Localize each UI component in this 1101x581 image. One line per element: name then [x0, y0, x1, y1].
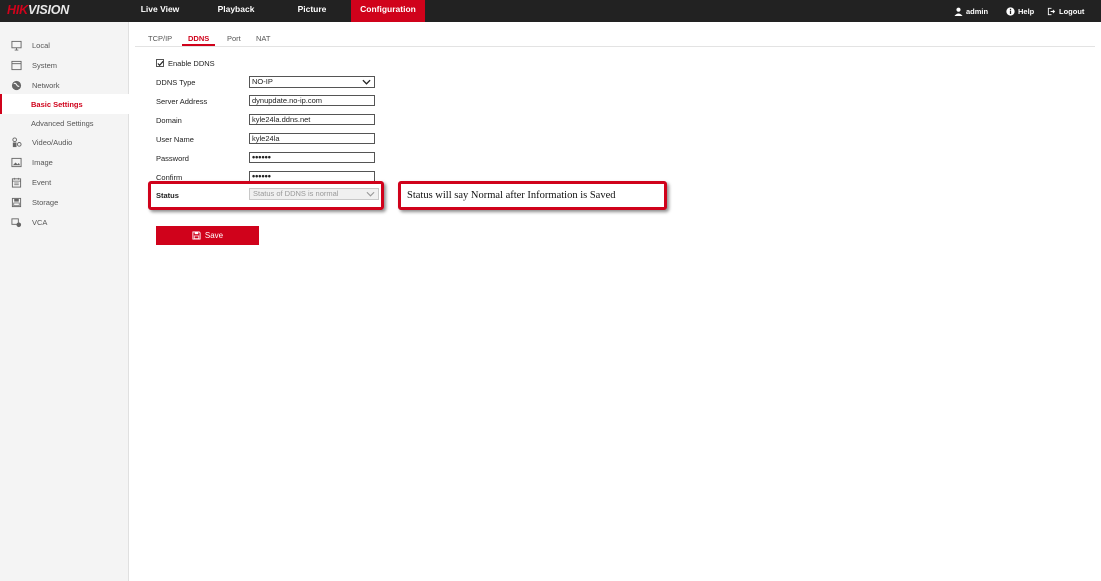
server-address-label: Server Address	[156, 97, 208, 106]
nav-picture[interactable]: Picture	[283, 0, 341, 22]
user-menu[interactable]: admin	[954, 0, 988, 22]
sidebar-item-storage[interactable]: Storage	[0, 192, 129, 212]
info-icon	[1006, 6, 1015, 16]
brand-logo: HIKVISION	[7, 3, 70, 17]
storage-icon	[11, 197, 22, 207]
help-link[interactable]: Help	[1006, 0, 1034, 22]
sidebar-item-vca[interactable]: VCA	[0, 212, 129, 232]
sidebar: Local System Network Basic Settings Adva…	[0, 22, 129, 581]
sidebar-item-network[interactable]: Network	[0, 75, 129, 95]
nav-live-view[interactable]: Live View	[132, 0, 188, 22]
enable-ddns-label: Enable DDNS	[168, 59, 215, 68]
ddns-type-select[interactable]: NO-IP	[249, 76, 375, 88]
globe-icon	[11, 80, 22, 90]
sidebar-item-advanced-settings[interactable]: Advanced Settings	[0, 113, 129, 133]
sidebar-item-local[interactable]: Local	[0, 35, 129, 55]
sidebar-item-system[interactable]: System	[0, 55, 129, 75]
logout-label: Logout	[1059, 6, 1085, 16]
user-name-label: User Name	[156, 135, 194, 144]
enable-ddns-checkbox[interactable]	[156, 59, 164, 67]
system-icon	[11, 60, 22, 70]
logout-icon	[1047, 7, 1056, 15]
monitor-icon	[11, 40, 22, 51]
checkmark-icon	[157, 60, 164, 67]
user-name: admin	[966, 6, 989, 16]
sidebar-item-image[interactable]: Image	[0, 152, 129, 172]
event-icon	[11, 177, 22, 188]
top-bar: HIKVISION Live View Playback Picture Con…	[0, 0, 1101, 22]
save-button[interactable]: Save	[156, 226, 259, 245]
video-audio-icon	[12, 136, 22, 147]
server-address-input[interactable]: dynupdate.no-ip.com	[249, 95, 375, 106]
nav-configuration[interactable]: Configuration	[351, 0, 425, 22]
nav-playback[interactable]: Playback	[206, 0, 266, 22]
domain-label: Domain	[156, 116, 182, 125]
tab-nat[interactable]: NAT	[256, 34, 270, 43]
chevron-down-icon	[362, 79, 371, 85]
password-input[interactable]: ••••••	[249, 152, 375, 163]
status-label: Status	[156, 191, 179, 200]
user-icon	[954, 7, 963, 16]
sidebar-item-basic-settings[interactable]: Basic Settings	[0, 94, 129, 114]
save-icon	[192, 231, 201, 240]
user-name-input[interactable]: kyle24la	[249, 133, 375, 144]
tab-divider	[135, 46, 1095, 47]
tab-port[interactable]: Port	[227, 34, 241, 43]
logout-link[interactable]: Logout	[1047, 0, 1084, 22]
help-label: Help	[1018, 6, 1035, 16]
status-value: Status of DDNS is normal	[253, 189, 339, 198]
save-label: Save	[204, 231, 224, 240]
annotation-callout: Status will say Normal after Information…	[398, 181, 667, 210]
image-icon	[11, 157, 22, 167]
vca-icon	[11, 217, 22, 227]
active-tab-indicator	[182, 44, 215, 46]
status-select: Status of DDNS is normal	[249, 188, 379, 200]
password-label: Password	[156, 154, 189, 163]
tab-tcpip[interactable]: TCP/IP	[148, 34, 172, 43]
ddns-type-value: NO-IP	[252, 77, 273, 86]
sidebar-item-video-audio[interactable]: Video/Audio	[0, 132, 129, 152]
tab-ddns[interactable]: DDNS	[188, 34, 209, 43]
domain-input[interactable]: kyle24la.ddns.net	[249, 114, 375, 125]
ddns-type-label: DDNS Type	[156, 78, 196, 87]
sidebar-item-event[interactable]: Event	[0, 172, 129, 192]
chevron-down-icon	[366, 191, 375, 197]
